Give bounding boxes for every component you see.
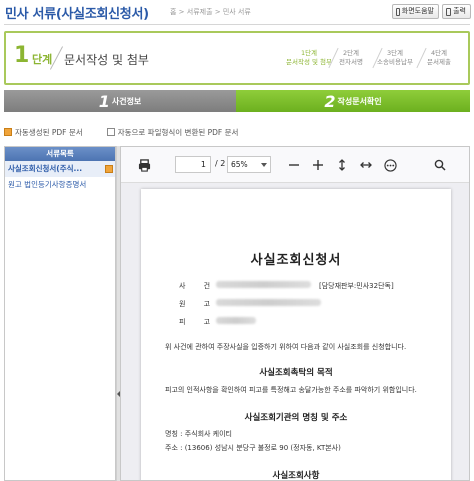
document-list-item-label: 원고 법인등기사항증명서 <box>8 180 87 189</box>
step-indicator-2: 2단계 전자서명 <box>328 49 374 67</box>
top-bar: 민사 서류(사실조회신청서) 홈 > 서류제출 > 민사 서류 화면도움말 출력 <box>0 0 474 24</box>
printer-icon <box>446 7 452 16</box>
plaintiff-label: 원 고 <box>179 300 219 308</box>
case-label: 사 건 <box>179 282 219 290</box>
auto-pdf-badge-icon <box>105 165 113 173</box>
converted-pdf-icon <box>106 128 115 136</box>
zoom-select[interactable]: 65% <box>227 156 271 173</box>
zoom-value: 65% <box>231 160 248 169</box>
current-step-number: 1 <box>14 43 30 68</box>
tab-document-check[interactable]: 2 작성문서확인 <box>236 90 470 112</box>
help-icon <box>396 7 400 16</box>
print-button-label: 출력 <box>453 7 466 15</box>
print-icon[interactable] <box>137 158 151 172</box>
step-indicator-2-label: 전자서명 <box>339 58 363 66</box>
section-inquiry-heading: 사실조회사항 <box>272 471 320 481</box>
document-title: 사실조회신청서 <box>250 253 342 268</box>
tab-case-info[interactable]: 1 사건정보 <box>4 90 236 112</box>
auto-pdf-icon <box>4 128 12 136</box>
case-division: [담당재판부:민사32단독] <box>319 282 394 290</box>
more-icon[interactable] <box>383 158 397 172</box>
document-list-item[interactable]: 사실조회신청서(주식... <box>5 161 115 177</box>
case-row: 사 건 <box>179 281 211 291</box>
print-button[interactable]: 출력 <box>442 4 471 19</box>
redacted-plaintiff <box>216 299 321 306</box>
document-list: 서류목록 사실조회신청서(주식... 원고 법인등기사항증명서 <box>4 146 116 481</box>
pdf-toolbar: 1 / 2 65% <box>121 147 469 183</box>
step-indicator-1: 1단계 문서작성 및 첨부 <box>286 49 332 67</box>
redacted-defendant <box>216 317 256 324</box>
tab-case-info-label: 사건정보 <box>111 96 142 106</box>
pdf-legend: 자동생성된 PDF 문서 자동으로 파일형식이 변환된 PDF 문서 <box>4 126 238 138</box>
step-indicator-4-number: 4단계 <box>430 49 448 57</box>
defendant-label: 피 고 <box>179 318 219 326</box>
tab-case-info-number: 1 <box>98 91 110 111</box>
help-button-label: 화면도움말 <box>401 7 434 15</box>
document-list-item[interactable]: 원고 법인등기사항증명서 <box>5 177 115 193</box>
auto-pdf-label: 자동생성된 PDF 문서 <box>15 127 83 137</box>
document-list-header: 서류목록 <box>5 147 115 161</box>
vertical-arrows-icon[interactable] <box>335 158 349 172</box>
minus-icon[interactable] <box>287 158 301 172</box>
horizontal-arrows-icon[interactable] <box>359 158 373 172</box>
step-indicator-3-number: 3단계 <box>386 49 404 57</box>
step-panel: 1 단계 문서작성 및 첨부 1단계 문서작성 및 첨부 2단계 전자서명 3단… <box>4 31 470 85</box>
step-indicator-4: 4단계 문서제출 <box>416 49 462 67</box>
document-canvas[interactable]: 사실조회신청서 사 건 [담당재판부:민사32단독] 원 고 피 고 위 사건에… <box>121 183 469 481</box>
tab-document-check-label: 작성문서확인 <box>337 96 382 106</box>
document-page: 사실조회신청서 사 건 [담당재판부:민사32단독] 원 고 피 고 위 사건에… <box>141 189 451 481</box>
plus-icon[interactable] <box>311 158 325 172</box>
section-agency-heading: 사실조회기관의 명칭 및 주소 <box>244 413 348 423</box>
search-icon[interactable] <box>433 158 447 172</box>
converted-pdf-label: 자동으로 파일형식이 변환된 PDF 문서 <box>117 127 239 137</box>
step-indicator-3-label: 소송비용납부 <box>377 58 413 66</box>
header-divider <box>4 24 470 25</box>
pdf-viewer: 1 / 2 65% 사실조회신청서 사 건 [담당재판부:민사32단독] 원 고… <box>120 146 470 481</box>
agency-address: 주소 : (13606) 성남시 분당구 불정로 90 (정자동, KT본사) <box>165 444 341 452</box>
page-total: / 2 <box>215 159 226 168</box>
page-title: 민사 서류(사실조회신청서) <box>5 7 149 22</box>
section-purpose-text: 피고의 인적사항을 확인하여 피고를 특정해고 송달가능한 주소를 파악하기 위… <box>165 386 417 394</box>
page-number-input[interactable]: 1 <box>175 156 211 173</box>
agency-name: 명칭 : 주식회사 케이티 <box>165 430 232 438</box>
step-indicator-2-number: 2단계 <box>342 49 360 57</box>
tab-bar: 1 사건정보 2 작성문서확인 <box>4 90 470 112</box>
intro-text: 위 사건에 관하여 주장사실을 입증하기 위하여 다음과 같이 사실조회를 신청… <box>165 343 407 351</box>
redacted-case-number <box>216 281 311 288</box>
plaintiff-row: 원 고 <box>179 299 211 309</box>
current-step-name: 문서작성 및 첨부 <box>64 53 149 67</box>
section-purpose-heading: 사실조회촉탁의 목적 <box>259 368 333 378</box>
step-indicator-4-label: 문서제출 <box>427 58 451 66</box>
step-indicator-1-number: 1단계 <box>300 49 318 57</box>
current-step-word: 단계 <box>32 53 53 66</box>
breadcrumb: 홈 > 서류제출 > 민사 서류 <box>170 8 251 16</box>
tab-document-check-number: 2 <box>324 91 336 111</box>
chevron-down-icon <box>261 163 267 167</box>
step-indicator-3: 3단계 소송비용납부 <box>372 49 418 67</box>
help-button[interactable]: 화면도움말 <box>392 4 439 19</box>
step-indicator-1-label: 문서작성 및 첨부 <box>286 58 332 66</box>
document-list-item-label: 사실조회신청서(주식... <box>8 164 83 173</box>
defendant-row: 피 고 <box>179 317 211 327</box>
